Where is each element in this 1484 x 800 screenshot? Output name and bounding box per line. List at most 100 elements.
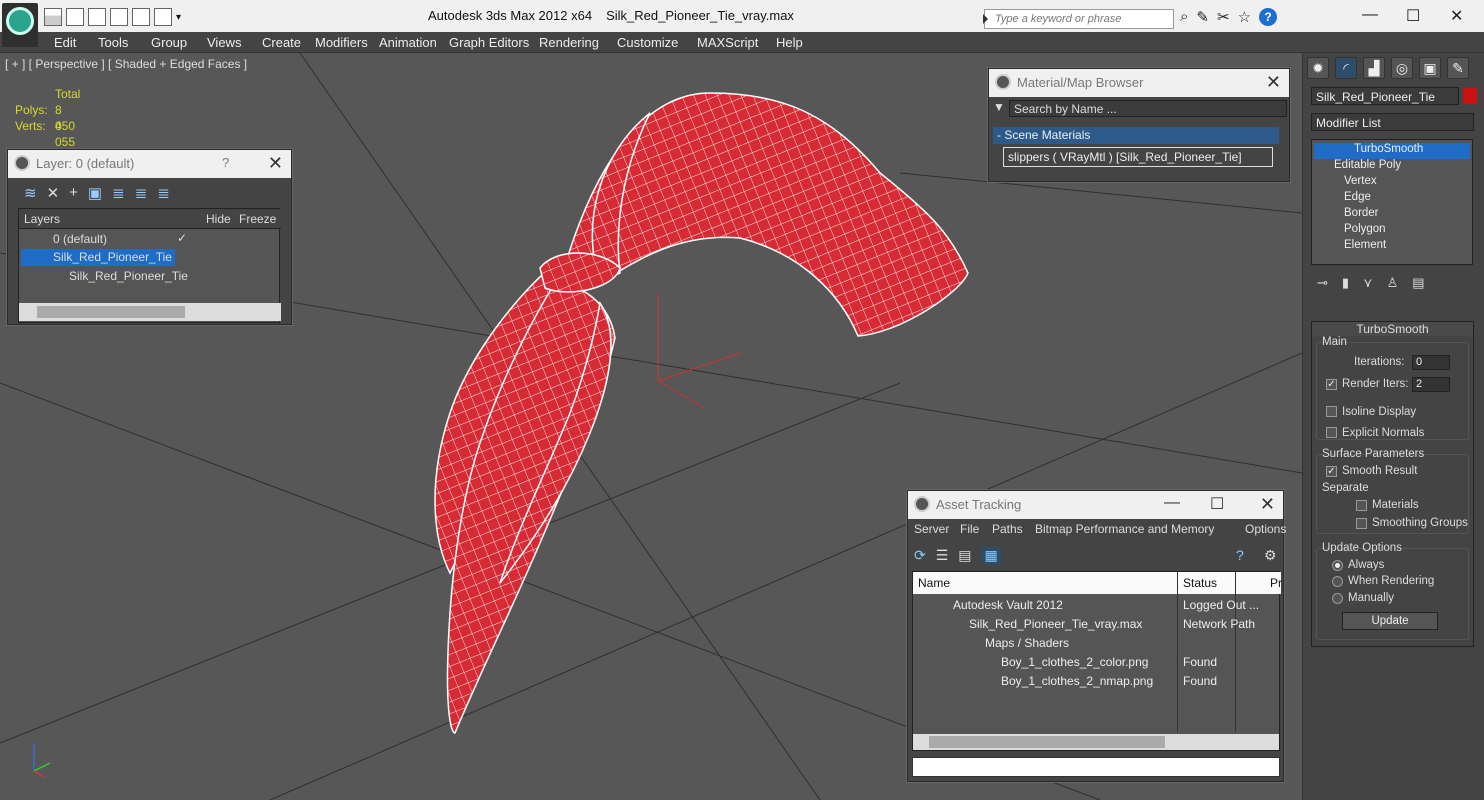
rollout-title[interactable]: TurboSmooth: [1312, 322, 1473, 336]
col-freeze[interactable]: Freeze: [239, 212, 276, 226]
menu-customize[interactable]: Customize: [617, 35, 678, 50]
menu-animation[interactable]: Animation: [379, 35, 437, 50]
asset-menu-options[interactable]: Options: [1245, 522, 1286, 536]
asset-row-nmap-png[interactable]: Boy_1_clothes_2_nmap.png: [1001, 674, 1153, 688]
menu-views[interactable]: Views: [207, 35, 241, 50]
asset-close-icon[interactable]: ✕: [1260, 494, 1275, 515]
tree-view-icon[interactable]: ▤: [958, 547, 971, 564]
create-tab-icon[interactable]: ✹: [1307, 57, 1329, 79]
explicit-normals-checkbox[interactable]: [1326, 427, 1337, 438]
toolbar-dropdown-icon[interactable]: ▾: [176, 12, 181, 23]
col-layers[interactable]: Layers: [24, 212, 60, 226]
materials-checkbox[interactable]: [1356, 500, 1367, 511]
iterations-spinner[interactable]: 0: [1412, 355, 1450, 370]
update-button[interactable]: Update: [1342, 612, 1438, 630]
asset-menu-bitmap[interactable]: Bitmap Performance and Memory: [1035, 522, 1214, 536]
layer-row-tie[interactable]: Silk_Red_Pioneer_Tie: [53, 250, 172, 264]
hide-all-icon[interactable]: ≣: [135, 184, 148, 202]
isoline-checkbox[interactable]: [1326, 406, 1337, 417]
table-view-icon[interactable]: ▦: [981, 547, 1001, 564]
viewport-label[interactable]: [ + ] [ Perspective ] [ Shaded + Edged F…: [5, 57, 247, 71]
stack-edge[interactable]: Edge: [1314, 191, 1371, 207]
add-to-layer-icon[interactable]: +: [69, 184, 78, 202]
layer-panel-titlebar[interactable]: Layer: 0 (default)? ✕: [8, 150, 291, 178]
hierarchy-tab-icon[interactable]: ▟: [1363, 57, 1385, 79]
layer-object-tie[interactable]: Silk_Red_Pioneer_Tie: [69, 269, 188, 283]
col-pr[interactable]: Pr: [1270, 576, 1282, 590]
asset-tracking-titlebar[interactable]: Asset Tracking — ☐ ✕: [908, 491, 1283, 519]
manually-radio[interactable]: [1332, 593, 1343, 604]
render-iters-spinner[interactable]: 2: [1412, 377, 1450, 392]
configure-sets-icon[interactable]: ▤: [1412, 275, 1424, 291]
subscription-icon[interactable]: ✎: [1196, 8, 1209, 26]
material-close-icon[interactable]: ✕: [1266, 72, 1281, 93]
binoculars-icon[interactable]: ⌕: [1180, 8, 1188, 26]
open-file-icon[interactable]: [44, 8, 62, 26]
material-browser-titlebar[interactable]: Material/Map Browser ✕: [989, 69, 1289, 97]
select-objects-icon[interactable]: ▣: [88, 184, 102, 202]
menu-maxscript[interactable]: MAXScript: [697, 35, 758, 50]
modify-tab-icon[interactable]: ◜: [1335, 57, 1357, 79]
asset-row-color-png[interactable]: Boy_1_clothes_2_color.png: [1001, 655, 1148, 669]
stack-border[interactable]: Border: [1314, 207, 1379, 223]
asset-path-field[interactable]: [912, 757, 1280, 777]
favorites-star-icon[interactable]: ☆: [1238, 8, 1251, 26]
menu-modifiers[interactable]: Modifiers: [315, 35, 368, 50]
object-name-field[interactable]: Silk_Red_Pioneer_Tie: [1311, 87, 1459, 105]
redo-icon[interactable]: [154, 8, 172, 26]
col-hide[interactable]: Hide: [206, 212, 231, 226]
display-tab-icon[interactable]: ▣: [1419, 57, 1441, 79]
modifier-list-dropdown[interactable]: Modifier List: [1311, 113, 1474, 131]
menu-edit[interactable]: Edit: [54, 35, 76, 50]
object-color-swatch[interactable]: [1463, 88, 1477, 104]
freeze-all-icon[interactable]: ≣: [157, 184, 170, 202]
asset-menu-file[interactable]: File: [960, 522, 979, 536]
render-iters-checkbox[interactable]: ✓: [1326, 379, 1337, 390]
asset-minimize-icon[interactable]: —: [1164, 494, 1180, 512]
info-center-search[interactable]: Type a keyword or phrase: [983, 9, 1174, 29]
menu-help[interactable]: Help: [776, 35, 803, 50]
scene-materials-group[interactable]: - Scene Materials: [993, 127, 1279, 144]
layer-hscrollbar[interactable]: [19, 303, 281, 321]
close-icon[interactable]: ✕: [1450, 6, 1463, 26]
smooth-result-checkbox[interactable]: ✓: [1326, 466, 1337, 477]
communication-icon[interactable]: ✂: [1217, 8, 1230, 26]
maximize-icon[interactable]: ☐: [1406, 6, 1420, 26]
menu-group[interactable]: Group: [151, 35, 187, 50]
menu-graph-editors[interactable]: Graph Editors: [449, 35, 529, 50]
application-logo-icon[interactable]: [2, 3, 38, 47]
undo-icon[interactable]: [132, 8, 150, 26]
asset-row-vault[interactable]: Autodesk Vault 2012: [953, 598, 1063, 612]
menu-create[interactable]: Create: [262, 35, 301, 50]
new-scene-icon[interactable]: [88, 8, 106, 26]
highlight-layer-icon[interactable]: ≣: [112, 184, 125, 202]
save-file-icon[interactable]: [66, 8, 84, 26]
remove-modifier-icon[interactable]: ♙: [1387, 275, 1399, 291]
motion-tab-icon[interactable]: ◎: [1391, 57, 1413, 79]
stack-editable-poly[interactable]: Editable Poly: [1314, 159, 1401, 175]
stack-vertex[interactable]: Vertex: [1314, 175, 1377, 191]
layer-close-icon[interactable]: ✕: [268, 153, 283, 174]
smoothing-groups-checkbox[interactable]: [1356, 518, 1367, 529]
asset-menu-paths[interactable]: Paths: [992, 522, 1023, 536]
col-status[interactable]: Status: [1183, 576, 1217, 590]
material-search-input[interactable]: Search by Name ...: [1009, 100, 1287, 117]
asset-row-maps[interactable]: Maps / Shaders: [985, 636, 1069, 650]
minimize-icon[interactable]: —: [1362, 6, 1378, 24]
vault-settings-icon[interactable]: ⚙: [1264, 547, 1277, 564]
stack-turbosmooth[interactable]: TurboSmooth: [1314, 143, 1470, 159]
asset-row-maxfile[interactable]: Silk_Red_Pioneer_Tie_vray.max: [969, 617, 1142, 631]
when-rendering-radio[interactable]: [1332, 576, 1343, 587]
help-icon[interactable]: ?: [1259, 8, 1278, 26]
search-options-icon[interactable]: ▼: [993, 100, 1005, 114]
layer-row-default[interactable]: 0 (default): [53, 232, 107, 246]
material-item[interactable]: slippers ( VRayMtl ) [Silk_Red_Pioneer_T…: [1003, 147, 1273, 167]
utilities-tab-icon[interactable]: ✎: [1447, 57, 1469, 79]
refresh-icon[interactable]: ⟳: [914, 547, 926, 564]
asset-hscrollbar[interactable]: [913, 734, 1279, 750]
asset-maximize-icon[interactable]: ☐: [1210, 494, 1224, 514]
show-end-result-icon[interactable]: ▮: [1342, 275, 1349, 291]
menu-tools[interactable]: Tools: [98, 35, 128, 50]
menu-rendering[interactable]: Rendering: [539, 35, 599, 50]
project-folder-icon[interactable]: [110, 8, 128, 26]
